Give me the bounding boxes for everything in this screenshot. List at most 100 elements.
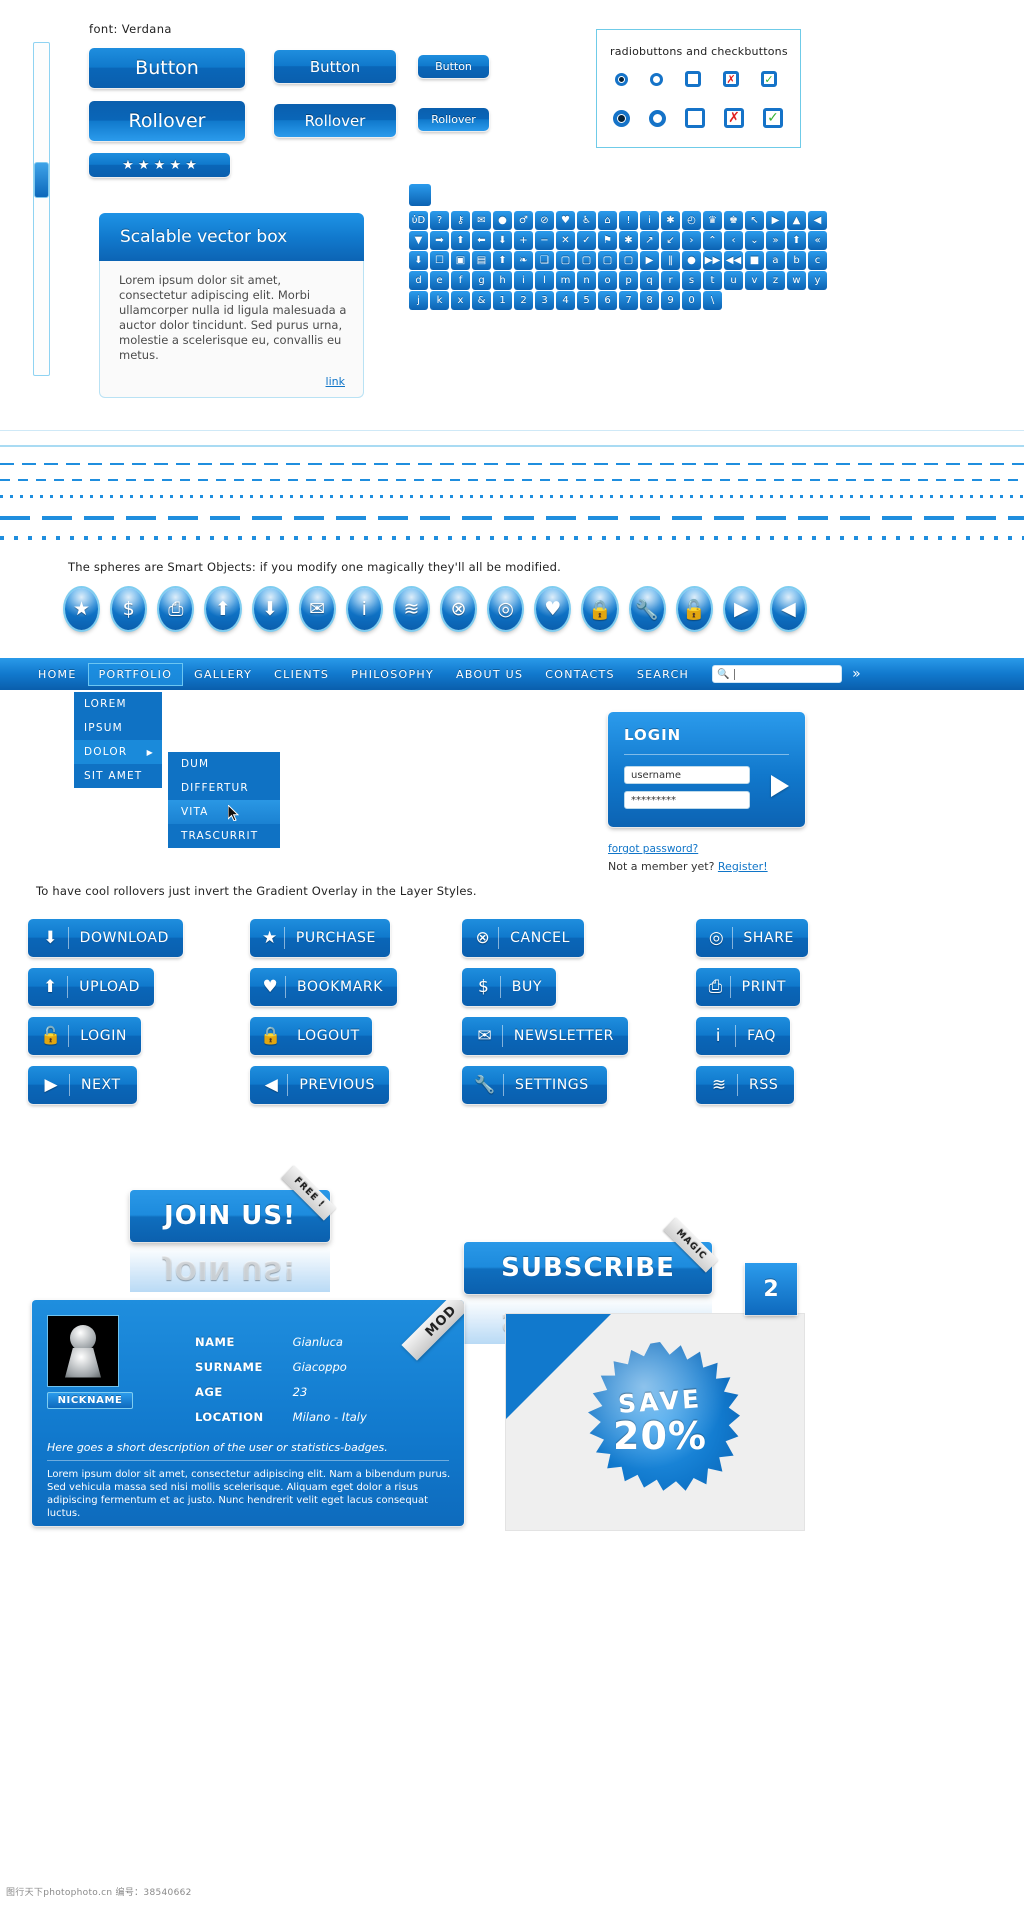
vector-box-link[interactable]: link bbox=[326, 374, 345, 389]
7-icon[interactable]: 7 bbox=[619, 291, 638, 310]
j-icon[interactable]: j bbox=[409, 291, 428, 310]
checkbox-x-small[interactable]: ✗ bbox=[723, 71, 739, 87]
d-icon[interactable]: d bbox=[409, 271, 428, 290]
double-down-icon[interactable]: ⬇ bbox=[409, 251, 428, 270]
q-icon[interactable]: q bbox=[640, 271, 659, 290]
star-sphere-icon[interactable]: ★ bbox=[65, 588, 99, 630]
checkbox-x-large[interactable]: ✗ bbox=[724, 108, 744, 128]
action-button-bookmark[interactable]: ♥ BOOKMARK bbox=[250, 968, 397, 1006]
5-icon[interactable]: 5 bbox=[577, 291, 596, 310]
login-submit-arrow-icon[interactable] bbox=[771, 775, 789, 797]
double-up-icon[interactable]: ⬆ bbox=[787, 231, 806, 250]
minus-icon[interactable]: − bbox=[535, 231, 554, 250]
y-icon[interactable]: y bbox=[808, 271, 827, 290]
action-button-previous[interactable]: ◀ PREVIOUS bbox=[250, 1066, 389, 1104]
nav-item-about-us[interactable]: ABOUT US bbox=[445, 663, 534, 686]
?-icon[interactable]: ? bbox=[430, 211, 449, 230]
c-icon[interactable]: c bbox=[808, 251, 827, 270]
previous-sphere-icon[interactable]: ◀ bbox=[771, 588, 805, 630]
nav-item-contacts[interactable]: CONTACTS bbox=[534, 663, 626, 686]
action-button-faq[interactable]: i FAQ bbox=[696, 1017, 790, 1055]
nav-search-input[interactable]: 🔍 bbox=[712, 665, 843, 683]
radio-filled-large[interactable] bbox=[613, 109, 630, 127]
asterisk-icon[interactable]: ✱ bbox=[619, 231, 638, 250]
record-icon[interactable]: ● bbox=[682, 251, 701, 270]
z-icon[interactable]: z bbox=[766, 271, 785, 290]
dollar-sphere-icon[interactable]: $ bbox=[112, 588, 146, 630]
sample-rollover-medium[interactable]: Rollover bbox=[274, 104, 396, 137]
tag-icon[interactable]: ⚑ bbox=[598, 231, 617, 250]
username-field[interactable]: username bbox=[624, 766, 750, 784]
action-button-upload[interactable]: ⬆ UPLOAD bbox=[28, 968, 154, 1006]
submenu-item-vita[interactable]: VITA bbox=[168, 800, 280, 824]
trophy-icon[interactable]: ♚ bbox=[724, 211, 743, 230]
sample-button-small[interactable]: Button bbox=[418, 55, 489, 78]
dropdown-item-lorem[interactable]: LOREM bbox=[74, 692, 162, 716]
image-icon[interactable]: ▤ bbox=[472, 251, 491, 270]
4-icon[interactable]: 4 bbox=[556, 291, 575, 310]
arrow-nw-icon[interactable]: ↖ bbox=[745, 211, 764, 230]
checkbox-tick-large[interactable]: ✓ bbox=[763, 108, 783, 128]
chevron-up-icon[interactable]: ⌃ bbox=[703, 231, 722, 250]
action-button-rss[interactable]: ≋ RSS bbox=[696, 1066, 794, 1104]
o-icon[interactable]: o bbox=[598, 271, 617, 290]
join-us-button[interactable]: JOIN US! FREE ! JOIN US! bbox=[130, 1165, 337, 1292]
rss-sphere-icon[interactable]: ≋ bbox=[394, 588, 428, 630]
subscribe-button[interactable]: SUBSCRIBE MAGIC SUBSCRIBE bbox=[464, 1217, 719, 1344]
action-button-login[interactable]: 🔓 LOGIN bbox=[28, 1017, 141, 1055]
v-icon[interactable]: v bbox=[745, 271, 764, 290]
x-icon[interactable]: x bbox=[451, 291, 470, 310]
chevron-right-icon[interactable]: › bbox=[682, 231, 701, 250]
action-button-next[interactable]: ▶ NEXT bbox=[28, 1066, 137, 1104]
3-icon[interactable]: 3 bbox=[535, 291, 554, 310]
speech2-icon[interactable]: ▢ bbox=[577, 251, 596, 270]
speech3-icon[interactable]: ▢ bbox=[598, 251, 617, 270]
action-button-cancel[interactable]: ⊗ CANCEL bbox=[462, 919, 584, 957]
s-icon[interactable]: s bbox=[682, 271, 701, 290]
clock-icon[interactable]: ◴ bbox=[682, 211, 701, 230]
6-icon[interactable]: 6 bbox=[598, 291, 617, 310]
plus-icon[interactable]: + bbox=[514, 231, 533, 250]
backslash-icon[interactable]: \ bbox=[703, 291, 722, 310]
radio-empty-small[interactable] bbox=[650, 72, 663, 86]
lock-sphere-icon[interactable]: 🔒 bbox=[583, 588, 617, 630]
arrow-ne-icon[interactable]: ↗ bbox=[640, 231, 659, 250]
9-icon[interactable]: 9 bbox=[661, 291, 680, 310]
arrow-down-icon[interactable]: ⬇ bbox=[493, 231, 512, 250]
arrow-right-icon[interactable]: ➡ bbox=[430, 231, 449, 250]
dropdown-item-sit-amet[interactable]: SIT AMET bbox=[74, 764, 162, 788]
window-icon[interactable]: ▣ bbox=[451, 251, 470, 270]
u-icon[interactable]: u bbox=[724, 271, 743, 290]
double-left-icon[interactable]: « bbox=[808, 231, 827, 250]
chevron-left-icon[interactable]: ‹ bbox=[724, 231, 743, 250]
file-icon[interactable]: ❑ bbox=[535, 251, 554, 270]
i-icon[interactable]: i bbox=[514, 271, 533, 290]
arrow-sw-icon[interactable]: ↙ bbox=[661, 231, 680, 250]
b-icon[interactable]: b bbox=[787, 251, 806, 270]
play-icon[interactable]: ▶ bbox=[766, 211, 785, 230]
male-icon[interactable]: ♂ bbox=[514, 211, 533, 230]
forgot-password-link[interactable]: forgot password? bbox=[608, 843, 698, 855]
action-button-share[interactable]: ◎ SHARE bbox=[696, 919, 808, 957]
nav-item-philosophy[interactable]: PHILOSOPHY bbox=[340, 663, 445, 686]
register-link[interactable]: Register! bbox=[718, 860, 768, 873]
search-icon[interactable]: ὐD bbox=[409, 211, 428, 230]
home-icon[interactable]: ⌂ bbox=[598, 211, 617, 230]
g-icon[interactable]: g bbox=[472, 271, 491, 290]
checkbox-tick-small[interactable]: ✓ bbox=[761, 71, 777, 87]
speech4-icon[interactable]: ▢ bbox=[619, 251, 638, 270]
snowflake-icon[interactable]: ✱ bbox=[661, 211, 680, 230]
submenu-item-dum[interactable]: DUM bbox=[168, 752, 280, 776]
no-icon[interactable]: ⊘ bbox=[535, 211, 554, 230]
scrollbar-track[interactable] bbox=[33, 42, 50, 376]
share-sphere-icon[interactable]: ◎ bbox=[489, 588, 523, 630]
action-button-purchase[interactable]: ★ PURCHASE bbox=[250, 919, 390, 957]
n-icon[interactable]: n bbox=[577, 271, 596, 290]
dropdown-item-ipsum[interactable]: IPSUM bbox=[74, 716, 162, 740]
nav-item-search[interactable]: SEARCH bbox=[626, 663, 700, 686]
next-sphere-icon[interactable]: ▶ bbox=[724, 588, 758, 630]
action-button-logout[interactable]: 🔒 LOGOUT bbox=[250, 1017, 372, 1055]
password-field[interactable]: ********* bbox=[624, 791, 750, 809]
sample-rollover-large[interactable]: Rollover bbox=[89, 101, 245, 141]
e-icon[interactable]: e bbox=[430, 271, 449, 290]
